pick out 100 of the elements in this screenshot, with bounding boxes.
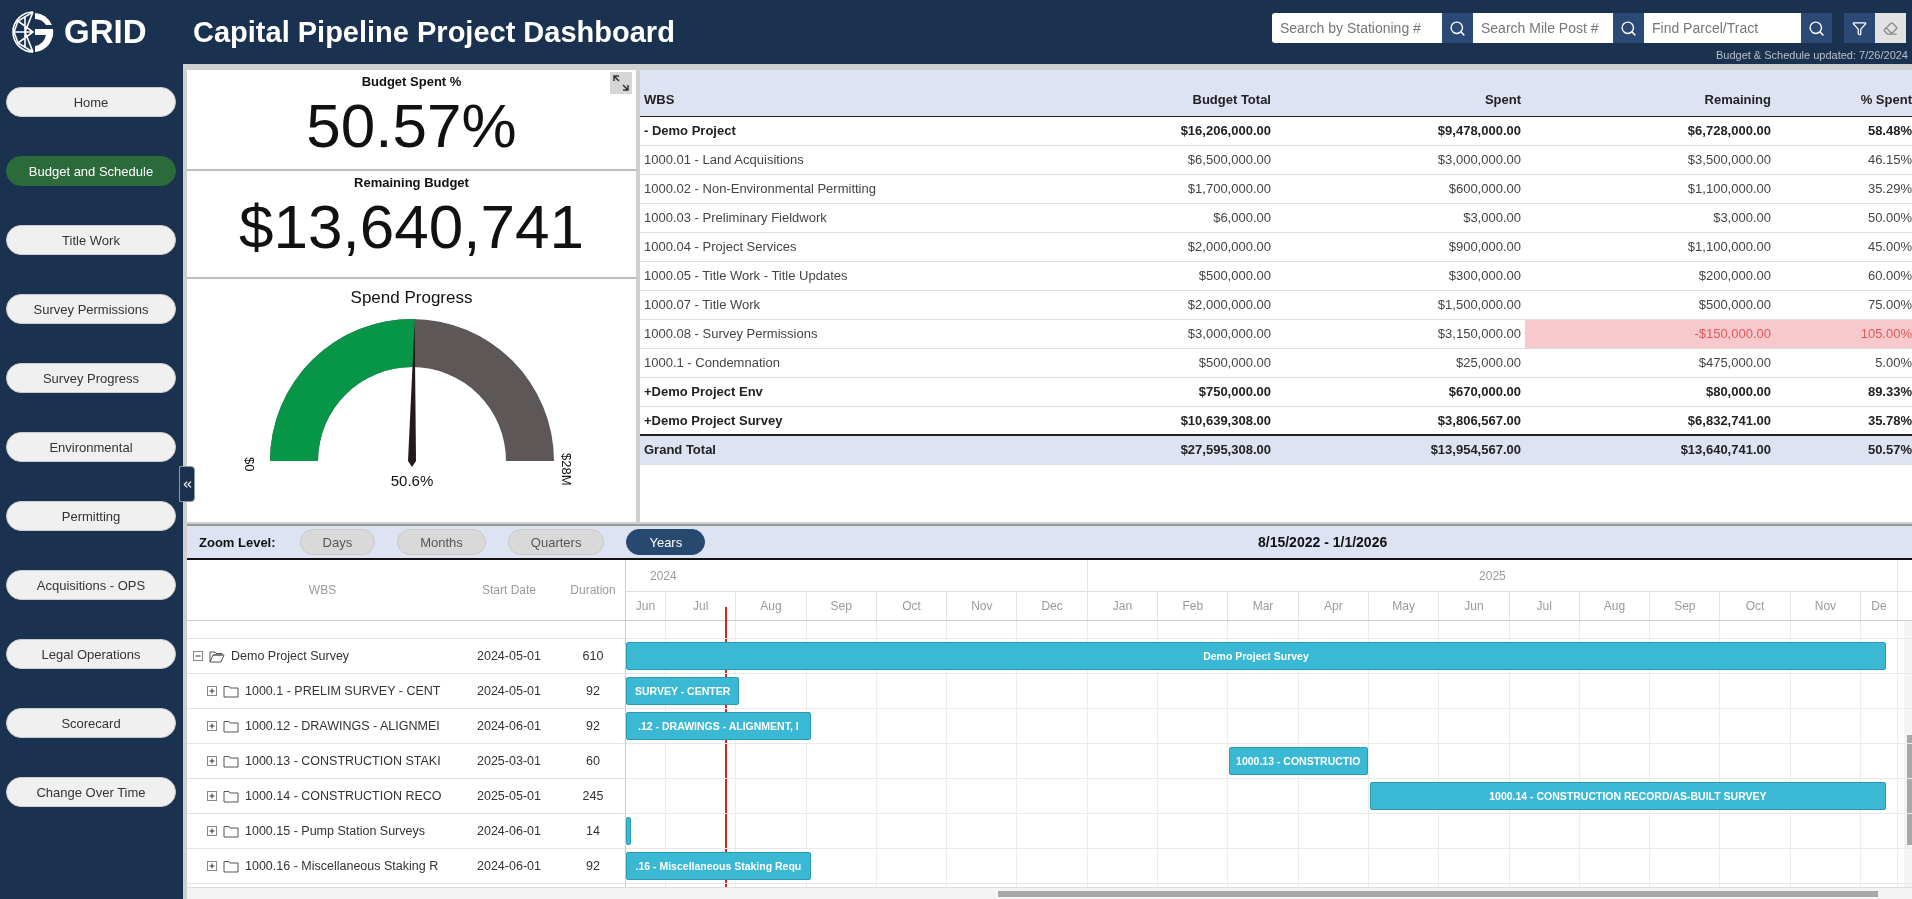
table-cell: $3,150,000.00 bbox=[1275, 319, 1525, 348]
gantt-column-header: Duration bbox=[569, 583, 617, 597]
gauge-max-label: $28M bbox=[558, 453, 574, 486]
wbs-name-cell: 1000.03 - Preliminary Fieldwork bbox=[640, 203, 1020, 232]
month-label: De bbox=[1861, 592, 1898, 620]
gauge-min-label: $0 bbox=[241, 457, 257, 472]
start-date-cell-text: 2024-06-01 bbox=[476, 824, 542, 838]
table-cell: $13,640,741.00 bbox=[1525, 435, 1775, 464]
nav-button[interactable]: Title Work bbox=[6, 225, 176, 255]
wbs-name-cell: 1000.1 - Condemnation bbox=[640, 348, 1020, 377]
table-cell: $80,000.00 bbox=[1525, 377, 1775, 406]
zoom-level-button[interactable]: Days bbox=[299, 529, 376, 555]
zoom-label: Zoom Level: bbox=[199, 534, 276, 550]
table-cell: $500,000.00 bbox=[1020, 261, 1275, 290]
gauge-reading: 50.6% bbox=[390, 472, 433, 489]
table-cell: $670,000.00 bbox=[1275, 377, 1525, 406]
task-name: 1000.13 - CONSTRUCTION STAKI bbox=[245, 754, 441, 768]
nav-button[interactable]: Legal Operations bbox=[6, 639, 176, 669]
table-cell: $900,000.00 bbox=[1275, 232, 1525, 261]
task-name: 1000.1 - PRELIM SURVEY - CENT bbox=[245, 684, 441, 698]
table-cell: 89.33% bbox=[1775, 377, 1912, 406]
column-header: % Spent bbox=[1775, 70, 1912, 116]
zoom-level-button[interactable]: Months bbox=[397, 529, 486, 555]
table-cell: 46.15% bbox=[1775, 145, 1912, 174]
table-cell: $200,000.00 bbox=[1525, 261, 1775, 290]
start-date-cell-text: 2024-05-01 bbox=[476, 684, 542, 698]
nav-button[interactable]: Home bbox=[6, 87, 176, 117]
nav-button[interactable]: Permitting bbox=[6, 501, 176, 531]
kpi-value: $13,640,741 bbox=[239, 196, 584, 258]
month-label: Sep bbox=[806, 592, 877, 620]
table-cell: $13,954,567.00 bbox=[1275, 435, 1525, 464]
table-cell: $6,000.00 bbox=[1020, 203, 1275, 232]
table-cell: 5.00% bbox=[1775, 348, 1912, 377]
year-label: 2025 bbox=[1479, 568, 1506, 583]
wbs-name-cell: 1000.02 - Non-Environmental Permitting bbox=[640, 174, 1020, 203]
month-label: Nov bbox=[947, 592, 1018, 620]
date-range: 8/15/2022 - 1/1/2026 bbox=[1257, 534, 1389, 550]
gauge-title: Spend Progress bbox=[350, 288, 473, 308]
table-cell: $3,000,000.00 bbox=[1020, 319, 1275, 348]
task-name: Demo Project Survey bbox=[231, 649, 350, 663]
dashboard-title: Capital Pipeline Project Dashboard bbox=[193, 15, 676, 49]
duration-cell-text: 92 bbox=[585, 859, 601, 873]
gantt-column-header: Start Date bbox=[481, 583, 537, 597]
search-field[interactable]: Search Mile Post # bbox=[1473, 13, 1613, 43]
nav-button[interactable]: Survey Permissions bbox=[6, 294, 176, 324]
wbs-name-cell: Grand Total bbox=[640, 435, 1020, 464]
table-cell: $3,500,000.00 bbox=[1525, 145, 1775, 174]
year-label: 2024 bbox=[650, 568, 677, 583]
table-cell: $2,000,000.00 bbox=[1020, 290, 1275, 319]
table-cell: 105.00% bbox=[1775, 319, 1912, 348]
duration-cell-text: 610 bbox=[581, 649, 605, 663]
table-cell: $1,500,000.00 bbox=[1275, 290, 1525, 319]
kpi-value: 50.57% bbox=[306, 95, 517, 157]
duration-cell-text: 92 bbox=[585, 684, 601, 698]
month-label: Dec bbox=[1017, 592, 1088, 620]
zoom-level-button[interactable]: Quarters bbox=[507, 529, 605, 555]
month-label: Mar bbox=[1228, 592, 1299, 620]
wbs-name-cell: 1000.05 - Title Work - Title Updates bbox=[640, 261, 1020, 290]
nav-button[interactable]: Survey Progress bbox=[6, 363, 176, 393]
kpi-title: Remaining Budget bbox=[354, 175, 469, 190]
month-label: Jun bbox=[1439, 592, 1510, 620]
search-field[interactable]: Search by Stationing # bbox=[1272, 13, 1442, 43]
start-date-cell-text: 2024-06-01 bbox=[476, 859, 542, 873]
month-label: Sep bbox=[1650, 592, 1721, 620]
nav-button[interactable]: Change Over Time bbox=[6, 777, 176, 807]
task-name: 1000.14 - CONSTRUCTION RECO bbox=[245, 789, 442, 803]
table-cell: 35.29% bbox=[1775, 174, 1912, 203]
nav-button[interactable]: Budget and Schedule bbox=[6, 156, 176, 186]
nav-button[interactable]: Scorecard bbox=[6, 708, 176, 738]
nav-button[interactable]: Acquisitions - OPS bbox=[6, 570, 176, 600]
table-cell: 58.48% bbox=[1775, 116, 1912, 145]
nav-button[interactable]: Environmental bbox=[6, 432, 176, 462]
month-label: Apr bbox=[1298, 592, 1369, 620]
wbs-name-cell: +Demo Project Env bbox=[640, 377, 1020, 406]
duration-cell-text: 14 bbox=[585, 824, 601, 838]
table-cell: $1,100,000.00 bbox=[1525, 232, 1775, 261]
month-label: Jan bbox=[1087, 592, 1159, 620]
table-cell: $1,100,000.00 bbox=[1525, 174, 1775, 203]
month-label: Feb bbox=[1158, 592, 1229, 620]
month-label: Aug bbox=[1579, 592, 1651, 620]
task-name: 1000.16 - Miscellaneous Staking R bbox=[245, 859, 439, 873]
search-field[interactable]: Find Parcel/Tract bbox=[1644, 13, 1801, 43]
wbs-name-cell: 1000.04 - Project Services bbox=[640, 232, 1020, 261]
start-date-cell-text: 2024-05-01 bbox=[476, 649, 542, 663]
table-cell: $3,000,000.00 bbox=[1275, 145, 1525, 174]
table-cell: $600,000.00 bbox=[1275, 174, 1525, 203]
month-label: Oct bbox=[876, 592, 948, 620]
zoom-level-button[interactable]: Years bbox=[626, 529, 706, 555]
table-cell: $500,000.00 bbox=[1020, 348, 1275, 377]
table-cell: $500,000.00 bbox=[1525, 290, 1775, 319]
month-label: Aug bbox=[736, 592, 807, 620]
start-date-cell-text: 2025-03-01 bbox=[476, 754, 542, 768]
wbs-name-cell: 1000.01 - Land Acquisitions bbox=[640, 145, 1020, 174]
table-cell: $9,478,000.00 bbox=[1275, 116, 1525, 145]
table-cell: 50.00% bbox=[1775, 203, 1912, 232]
table-cell: 50.57% bbox=[1775, 435, 1912, 464]
table-cell: $3,000.00 bbox=[1525, 203, 1775, 232]
table-cell: $16,206,000.00 bbox=[1020, 116, 1275, 145]
updated-note: Budget & Schedule updated: 7/26/2024 bbox=[1715, 49, 1908, 61]
table-cell: $6,500,000.00 bbox=[1020, 145, 1275, 174]
